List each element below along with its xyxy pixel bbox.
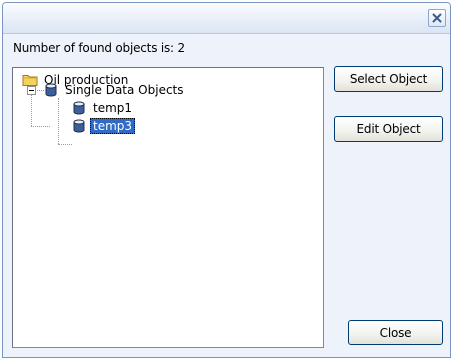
tree-connector [31, 126, 50, 127]
tree-item-single-data-objects[interactable]: Single Data Objects [43, 81, 187, 99]
tree-connector [58, 144, 72, 145]
database-icon [73, 119, 85, 133]
tree-item-label: Single Data Objects [65, 83, 184, 97]
tree-connector [58, 98, 59, 144]
tree-item-label: temp1 [93, 101, 133, 115]
collapse-toggle[interactable] [27, 86, 36, 95]
found-count-label: Number of found objects is: 2 [13, 41, 185, 55]
tree-connector [31, 95, 32, 126]
found-objects-dialog: Number of found objects is: 2 Oil produc… [2, 2, 451, 358]
close-button[interactable]: Close [348, 320, 443, 345]
select-object-button[interactable]: Select Object [334, 66, 443, 92]
close-icon [432, 13, 442, 23]
edit-object-button[interactable]: Edit Object [334, 116, 443, 142]
close-window-button[interactable] [428, 9, 446, 27]
tree-item-temp1[interactable]: temp1 [71, 99, 135, 117]
database-icon [45, 83, 57, 97]
database-icon [73, 101, 85, 115]
dialog-body: Number of found objects is: 2 Oil produc… [4, 34, 449, 357]
objects-tree[interactable]: Oil production Single Data Objects temp1… [12, 67, 324, 348]
tree-item-temp3[interactable]: temp3 [71, 117, 136, 135]
tree-item-label: temp3 [90, 118, 136, 134]
minus-icon [29, 90, 34, 91]
title-bar [3, 3, 450, 34]
